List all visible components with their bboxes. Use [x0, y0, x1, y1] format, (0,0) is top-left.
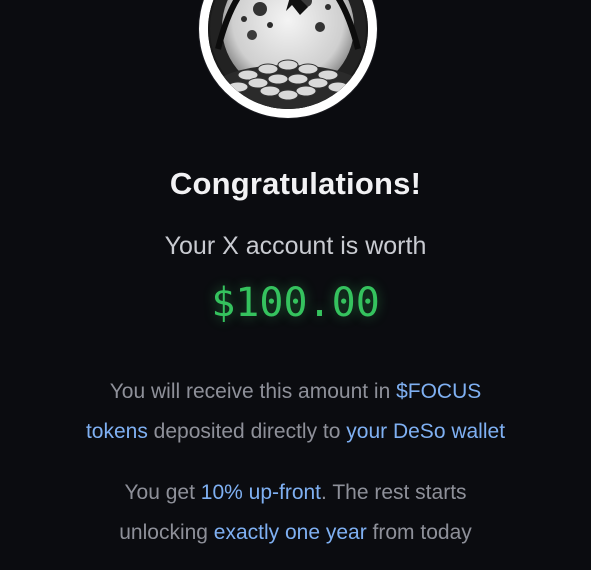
profile-avatar	[199, 0, 377, 118]
unlock-line-2: unlocking exactly one year from today	[0, 513, 591, 553]
unlock-line-1: You get 10% up-front. The rest starts	[0, 473, 591, 513]
tokens-link[interactable]: tokens	[86, 420, 148, 443]
unlock-description: You get 10% up-front. The rest starts un…	[0, 473, 591, 553]
deso-wallet-link[interactable]: your DeSo wallet	[346, 420, 505, 443]
deposited-text: deposited directly to	[147, 420, 347, 443]
unlocking-text: unlocking	[119, 521, 214, 544]
focus-token-link[interactable]: $FOCUS	[396, 380, 481, 403]
rest-starts-text: . The rest starts	[321, 481, 467, 504]
get-text: You get	[124, 481, 201, 504]
upfront-link[interactable]: 10% up-front	[201, 481, 321, 504]
one-year-link[interactable]: exactly one year	[214, 521, 367, 544]
congratulations-heading: Congratulations!	[169, 166, 422, 201]
receive-text: You will receive this amount in	[109, 380, 397, 403]
receive-line-2: tokens deposited directly to your DeSo w…	[0, 412, 591, 452]
coin-pile-illustration	[208, 0, 368, 109]
account-value-amount: $100.00	[211, 280, 380, 326]
from-today-text: from today	[366, 521, 472, 544]
account-worth-label: Your X account is worth	[164, 232, 427, 260]
receive-description: You will receive this amount in $FOCUS t…	[0, 372, 591, 452]
receive-line-1: You will receive this amount in $FOCUS	[0, 372, 591, 412]
